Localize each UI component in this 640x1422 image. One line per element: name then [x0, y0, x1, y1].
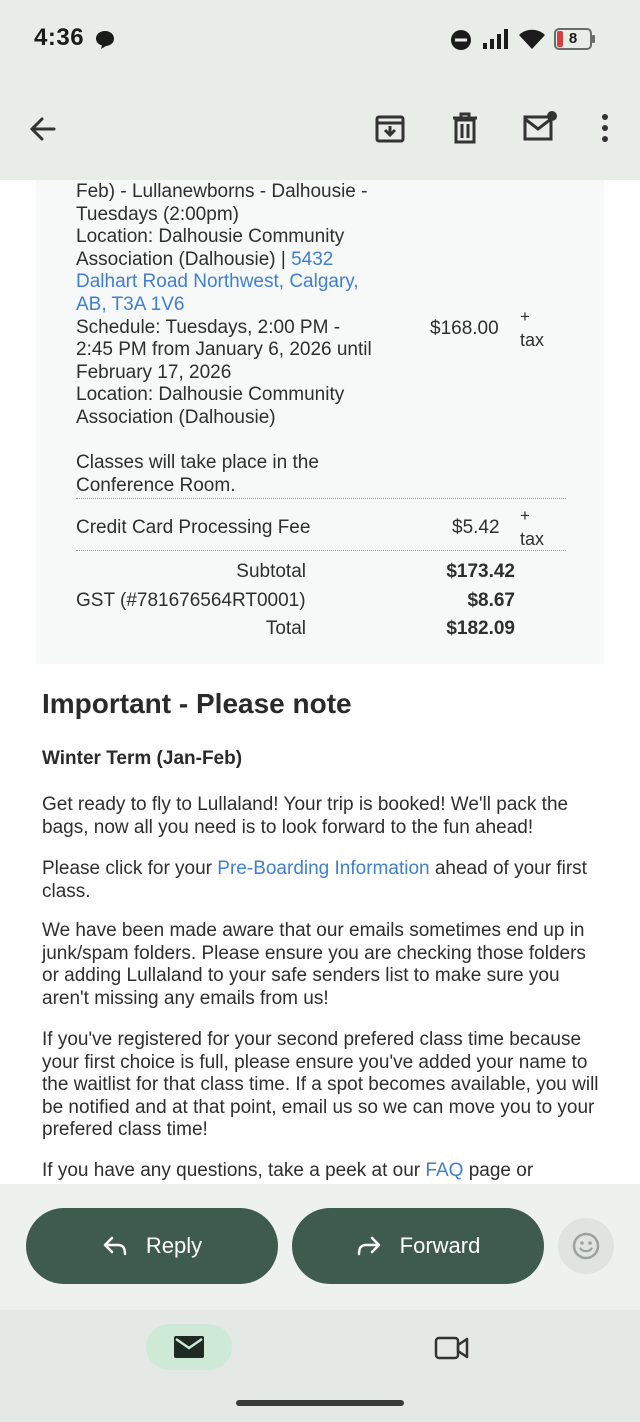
gst-value: $8.67 — [467, 590, 515, 611]
total-label: Total — [265, 618, 306, 639]
schedule-line: Association (Dalhousie) — [76, 406, 276, 428]
divider — [76, 498, 566, 499]
divider — [76, 550, 566, 551]
schedule-line: 2:45 PM from January 6, 2026 until — [76, 339, 372, 361]
mark-unread-icon[interactable] — [522, 110, 558, 142]
reply-label: Reply — [145, 1233, 203, 1258]
signal-icon — [483, 29, 508, 49]
bottom-navigation — [0, 1310, 640, 1422]
emoji-reaction-button[interactable] — [558, 1218, 614, 1274]
reply-button[interactable]: Reply — [26, 1208, 278, 1284]
email-body: Feb) - Lullanewborns - Dalhousie - Tuesd… — [0, 180, 640, 1184]
item-line: Location: Dalhousie Community — [76, 226, 345, 248]
fee-price: $5.42 — [452, 517, 500, 538]
notice-paragraph: We have been made aware that our emails … — [42, 920, 586, 1009]
item-line: Tuesdays (2:00pm) — [76, 203, 239, 225]
faq-link[interactable]: FAQ — [425, 1160, 463, 1181]
item-price: $168.00 — [430, 318, 499, 339]
notice-subheading: Winter Term (Jan-Feb) — [42, 748, 243, 769]
battery-icon: 8 — [554, 28, 592, 50]
gesture-handle[interactable] — [236, 1400, 404, 1406]
notice-paragraph: If you have any questions, take a peek a… — [42, 1160, 608, 1183]
pre-boarding-link[interactable]: Pre-Boarding Information — [217, 858, 429, 879]
item-line-text: Association (Dalhousie) | — [76, 248, 286, 270]
status-time: 4:36 — [34, 24, 85, 51]
battery-level: 8 — [568, 30, 578, 47]
tax-label: tax — [520, 330, 545, 350]
notice-paragraph: Get ready to fly to Lullaland! Your trip… — [42, 794, 569, 838]
do-not-disturb-icon — [451, 30, 471, 50]
subtotal-label: Subtotal — [236, 561, 306, 582]
item-line: Association (Dalhousie) | 5432 — [76, 249, 372, 272]
room-line: Classes will take place in the — [76, 452, 319, 473]
forward-label: Forward — [399, 1233, 481, 1258]
tax-plus: + — [520, 307, 530, 326]
wifi-icon — [519, 29, 545, 49]
schedule-line: Location: Dalhousie Community — [76, 384, 345, 406]
forward-button[interactable]: Forward — [292, 1208, 544, 1284]
item-line: Feb) - Lullanewborns - Dalhousie - — [76, 181, 368, 202]
archive-icon[interactable] — [374, 112, 406, 144]
room-line: Conference Room. — [76, 474, 236, 496]
text-span: Please click for your — [42, 858, 218, 879]
smiley-icon — [572, 1232, 600, 1260]
nav-mail-tab[interactable] — [146, 1324, 232, 1370]
app-bar — [0, 80, 640, 180]
schedule-line: Schedule: Tuesdays, 2:00 PM - — [76, 316, 341, 338]
item-description: Feb) - Lullanewborns - Dalhousie - Tuesd… — [76, 181, 372, 430]
gst-label: GST (#781676564RT0001) — [76, 590, 306, 611]
notice-paragraph: Please click for your Pre-Boarding Infor… — [42, 858, 608, 903]
forward-icon — [357, 1236, 380, 1256]
subtotal-value: $173.42 — [446, 561, 515, 582]
address-link[interactable]: Dalhart Road Northwest, Calgary, — [76, 271, 372, 294]
total-value: $182.09 — [446, 618, 515, 639]
delete-icon[interactable] — [450, 112, 480, 144]
reply-icon — [103, 1236, 127, 1256]
tax-label: tax — [520, 529, 545, 549]
video-icon[interactable] — [434, 1334, 470, 1362]
notice-heading: Important - Please note — [42, 688, 352, 719]
more-vert-icon[interactable] — [598, 112, 612, 144]
notice-paragraph: If you've registered for your second pre… — [42, 1029, 599, 1141]
status-bar: 4:36 8 — [0, 0, 640, 80]
back-arrow-icon[interactable] — [28, 114, 58, 144]
schedule-line: February 17, 2026 — [76, 361, 232, 383]
action-bar: Reply Forward — [0, 1184, 640, 1310]
chat-bubble-icon — [96, 31, 114, 49]
text-span: page or — [463, 1160, 534, 1181]
address-link[interactable]: 5432 — [291, 249, 333, 270]
room-note: Classes will take place in the Conferenc… — [76, 452, 319, 497]
mail-icon — [174, 1336, 204, 1358]
tax-plus: + — [520, 506, 530, 525]
address-link[interactable]: AB, T3A 1V6 — [76, 294, 372, 317]
text-span: If you have any questions, take a peek a… — [42, 1160, 426, 1181]
fee-label: Credit Card Processing Fee — [76, 517, 311, 538]
